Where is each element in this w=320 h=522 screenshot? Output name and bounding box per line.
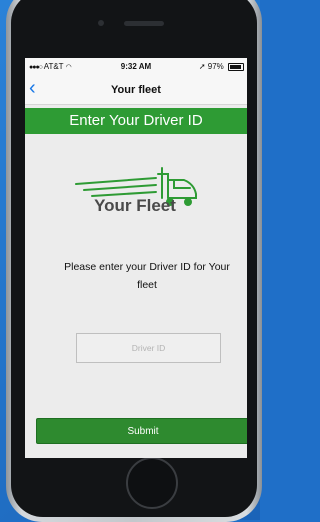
status-right: ➚ 97% (199, 62, 244, 71)
front-camera (98, 20, 104, 26)
logo-text: Your Fleet (94, 196, 176, 215)
location-icon: ➚ (198, 62, 206, 71)
nav-title: Your fleet (111, 84, 161, 96)
battery-percent: 97% (207, 62, 224, 71)
status-bar: ●●●○ AT&T ◠ 9:32 AM ➚ 97% (25, 58, 247, 76)
header-banner: Enter Your Driver ID (25, 108, 247, 134)
battery-icon (228, 62, 244, 71)
navigation-bar: ‹ Your fleet (25, 76, 247, 105)
app-screen: ●●●○ AT&T ◠ 9:32 AM ➚ 97% ‹ Your fleet E… (25, 58, 247, 458)
driver-id-input[interactable] (76, 333, 221, 363)
instruction-text: Please enter your Driver ID for Your fle… (64, 261, 230, 291)
home-button[interactable] (126, 457, 178, 509)
earpiece-speaker (124, 21, 164, 26)
submit-button[interactable]: Submit (36, 418, 247, 444)
